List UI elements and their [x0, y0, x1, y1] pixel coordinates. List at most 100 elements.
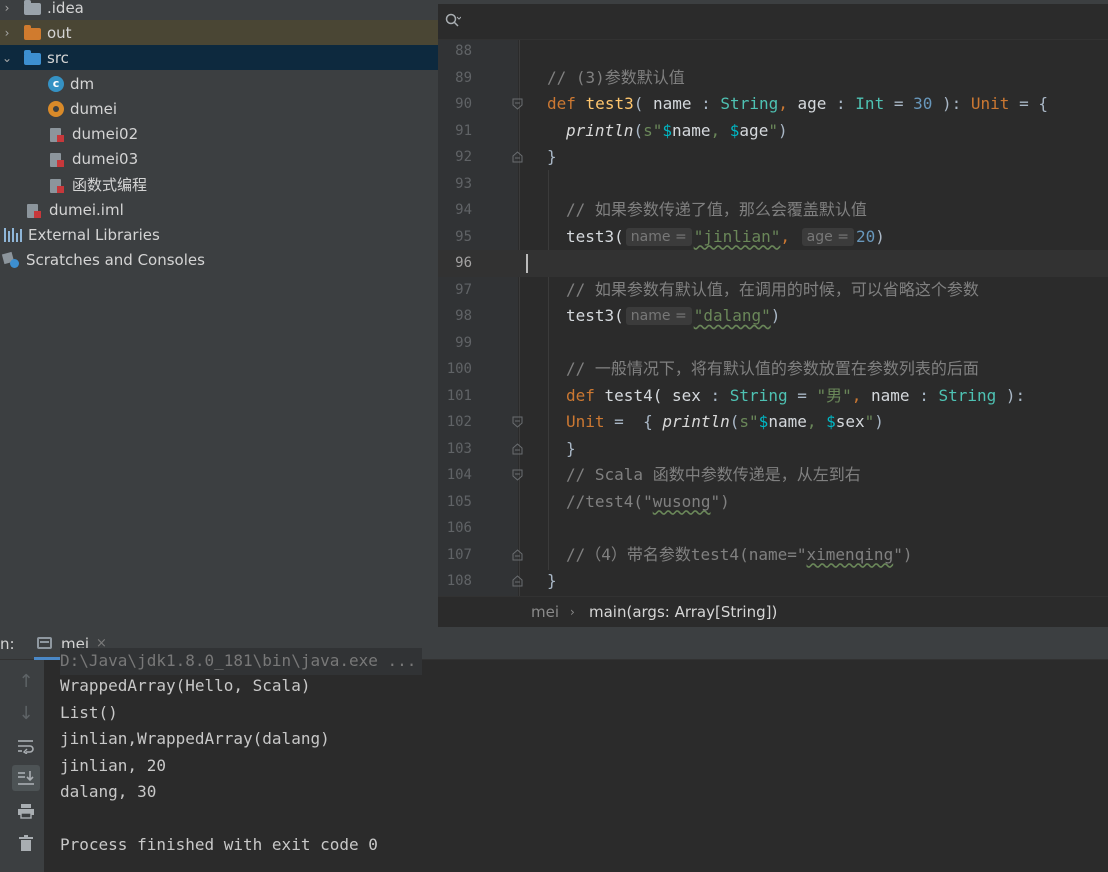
code-line-108[interactable]: 108 }	[438, 568, 1108, 595]
scratches-icon	[2, 251, 20, 269]
breadcrumb-separator-icon: ›	[570, 605, 575, 619]
code-line-89[interactable]: 89 // (3)参数默认值	[438, 65, 1108, 92]
console-exit-message: Process finished with exit code 0	[60, 835, 378, 854]
code-line-93[interactable]: 93	[438, 171, 1108, 198]
console-line: jinlian, 20	[60, 755, 166, 775]
breadcrumb-object[interactable]: mei	[531, 597, 559, 627]
code-line-102[interactable]: 102 Unit = { println(s"$name, $sex")	[438, 409, 1108, 436]
tree-item-label: dumei	[70, 99, 118, 118]
fold-open-icon[interactable]	[512, 416, 523, 428]
tree-item-label: out	[47, 23, 72, 42]
fold-open-icon[interactable]	[512, 98, 523, 110]
code-line-94[interactable]: 94 // 如果参数传递了值，那么会覆盖默认值	[438, 197, 1108, 224]
line-number: 107	[446, 546, 472, 563]
fold-close-icon[interactable]	[512, 442, 523, 455]
library-icon	[4, 227, 22, 242]
chevron-down-icon[interactable]: ⌄	[0, 51, 14, 65]
code-line-105[interactable]: 105 //test4("wusong")	[438, 489, 1108, 516]
folder-icon	[24, 24, 41, 40]
code-editor[interactable]: 88 89 // (3)参数默认值 90 def test3( name : S…	[438, 0, 1108, 627]
tree-item-dumei03[interactable]: dumei03	[0, 146, 438, 171]
tree-item-label: .idea	[47, 0, 84, 17]
folder-icon	[24, 0, 41, 15]
fold-open-icon[interactable]	[512, 469, 523, 481]
parameter-hint: name =	[625, 227, 692, 246]
text-caret	[526, 254, 528, 273]
tree-item-dumei[interactable]: dumei	[0, 96, 438, 121]
code-text: }	[547, 147, 557, 166]
code-comment: //（4）带名参数test4(name="ximenqing")	[566, 544, 913, 564]
code-comment: //test4("wusong")	[566, 491, 730, 511]
tree-item-idea[interactable]: › .idea	[0, 0, 438, 20]
tree-item-label: dm	[70, 74, 95, 93]
code-line-96[interactable]: 96	[438, 250, 1108, 277]
line-number: 90	[455, 96, 472, 112]
tree-item-scratches[interactable]: Scratches and Consoles	[0, 247, 438, 272]
scroll-to-end-icon[interactable]	[12, 765, 40, 791]
code-line-106[interactable]: 106	[438, 515, 1108, 542]
line-number: 93	[455, 175, 472, 192]
arrow-down-icon[interactable]: ↓	[12, 700, 40, 726]
breadcrumb-method[interactable]: main(args: Array[String])	[589, 597, 777, 627]
code-comment: // (3)参数默认值	[547, 67, 685, 87]
code-text: test3(name = "jinlian", age = 20)	[566, 226, 885, 246]
editor-search-bar[interactable]	[438, 4, 1108, 40]
tree-item-out[interactable]: › out	[0, 20, 438, 45]
arrow-up-icon[interactable]: ↑	[12, 668, 40, 694]
trash-icon[interactable]	[12, 830, 40, 856]
chevron-right-icon[interactable]: ›	[0, 1, 14, 15]
console-line: jinlian,WrappedArray(dalang)	[60, 729, 330, 748]
soft-wrap-icon[interactable]	[12, 733, 40, 759]
print-icon[interactable]	[12, 798, 40, 824]
line-number: 96	[455, 255, 472, 271]
tree-item-dumei-iml[interactable]: dumei.iml	[0, 197, 438, 222]
tree-item-dm[interactable]: c dm	[0, 71, 438, 96]
parameter-hint: age =	[801, 227, 854, 246]
line-number: 102	[446, 414, 472, 430]
console-line: D:\Java\jdk1.8.0_181\bin\java.exe ...	[60, 648, 423, 675]
tree-item-src[interactable]: ⌄ src	[0, 45, 438, 70]
code-line-107[interactable]: 107 //（4）带名参数test4(name="ximenqing")	[438, 542, 1108, 569]
tree-item-dumei02[interactable]: dumei02	[0, 121, 438, 146]
tree-item-label: External Libraries	[28, 225, 160, 244]
tree-item-label: dumei02	[72, 124, 139, 143]
console-output[interactable]: D:\Java\jdk1.8.0_181\bin\java.exe ... Wr…	[44, 648, 1108, 872]
line-number: 92	[455, 149, 472, 165]
code-line-104[interactable]: 104 // Scala 函数中参数传递是，从左到右	[438, 462, 1108, 489]
search-icon[interactable]	[445, 13, 461, 29]
fold-close-icon[interactable]	[512, 151, 523, 163]
code-text: def test3( name : String, age : Int = 30…	[547, 94, 1048, 113]
code-line-95[interactable]: 95 test3(name = "jinlian", age = 20)	[438, 224, 1108, 251]
chevron-right-icon[interactable]: ›	[0, 26, 14, 40]
tree-item-functional[interactable]: 函数式编程	[0, 172, 438, 197]
tree-item-external-libraries[interactable]: External Libraries	[0, 222, 438, 247]
line-number: 94	[455, 202, 472, 218]
line-number: 95	[455, 228, 472, 245]
code-line-99[interactable]: 99	[438, 330, 1108, 357]
line-number: 103	[446, 440, 472, 457]
line-number: 98	[455, 308, 472, 324]
code-line-97[interactable]: 97 // 如果参数有默认值，在调用的时候，可以省略这个参数	[438, 277, 1108, 304]
tree-item-label: 函数式编程	[72, 176, 148, 194]
scala-file-icon	[50, 126, 64, 142]
code-line-88[interactable]: 88	[438, 38, 1108, 65]
tree-item-label: Scratches and Consoles	[26, 250, 205, 269]
code-line-103[interactable]: 103 }	[438, 436, 1108, 463]
scala-file-icon	[50, 177, 64, 193]
code-line-98[interactable]: 98 test3(name = "dalang")	[438, 303, 1108, 330]
scala-file-icon	[50, 151, 64, 167]
fold-close-icon[interactable]	[512, 548, 523, 561]
scala-object-icon: c	[48, 75, 64, 92]
line-number: 105	[446, 493, 472, 510]
code-line-92[interactable]: 92 }	[438, 144, 1108, 171]
fold-close-icon[interactable]	[512, 575, 523, 587]
line-number: 104	[446, 467, 472, 483]
line-number: 106	[446, 520, 472, 536]
code-text: }	[547, 571, 557, 590]
code-line-90[interactable]: 90 def test3( name : String, age : Int =…	[438, 91, 1108, 118]
code-line-91[interactable]: 91 println(s"$name, $age")	[438, 118, 1108, 145]
code-line-100[interactable]: 100 // 一般情况下，将有默认值的参数放置在参数列表的后面	[438, 356, 1108, 383]
line-number: 91	[455, 122, 472, 139]
code-line-101[interactable]: 101 def test4( sex : String = "男", name …	[438, 383, 1108, 410]
console-line: WrappedArray(Hello, Scala)	[60, 676, 311, 695]
